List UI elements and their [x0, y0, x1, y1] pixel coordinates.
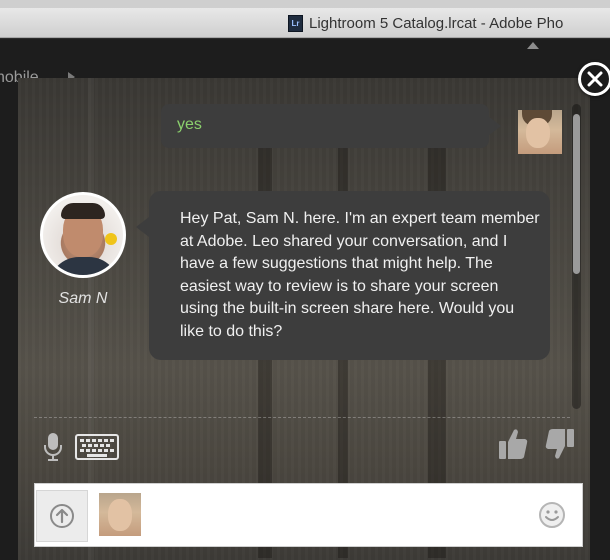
toolbar-divider — [34, 417, 570, 418]
share-screen-button[interactable] — [36, 490, 88, 542]
close-icon — [587, 71, 603, 87]
microphone-icon[interactable] — [42, 432, 64, 462]
agent-avatar — [40, 192, 126, 278]
smiley-icon[interactable] — [538, 501, 566, 529]
chat-scrollbar[interactable] — [572, 104, 581, 409]
user-message-text: yes — [177, 116, 202, 133]
scrollbar-thumb[interactable] — [573, 114, 580, 274]
close-button[interactable] — [578, 62, 610, 96]
thumbs-up-icon[interactable] — [497, 427, 529, 461]
message-input[interactable] — [153, 498, 533, 532]
thumbs-down-icon[interactable] — [544, 427, 576, 461]
agent-name: Sam N — [58, 290, 108, 307]
user-avatar — [518, 110, 562, 154]
panel-collapse-arrow-icon[interactable] — [527, 42, 539, 49]
window-title: Lightroom 5 Catalog.lrcat - Adobe Pho — [309, 15, 564, 32]
mac-menubar — [0, 0, 610, 8]
composer-user-avatar — [99, 493, 141, 536]
agent-message-text: Hey Pat, Sam N. here. I'm an expert team… — [180, 210, 540, 340]
document-icon: Lr — [288, 15, 303, 32]
upload-icon — [50, 504, 74, 528]
window-titlebar: Lr Lightroom 5 Catalog.lrcat - Adobe Pho — [0, 8, 610, 38]
agent-message-bubble: Hey Pat, Sam N. here. I'm an expert team… — [136, 191, 550, 360]
message-composer — [34, 483, 583, 547]
user-message-bubble: yes — [161, 104, 501, 148]
keyboard-icon[interactable] — [75, 434, 119, 460]
